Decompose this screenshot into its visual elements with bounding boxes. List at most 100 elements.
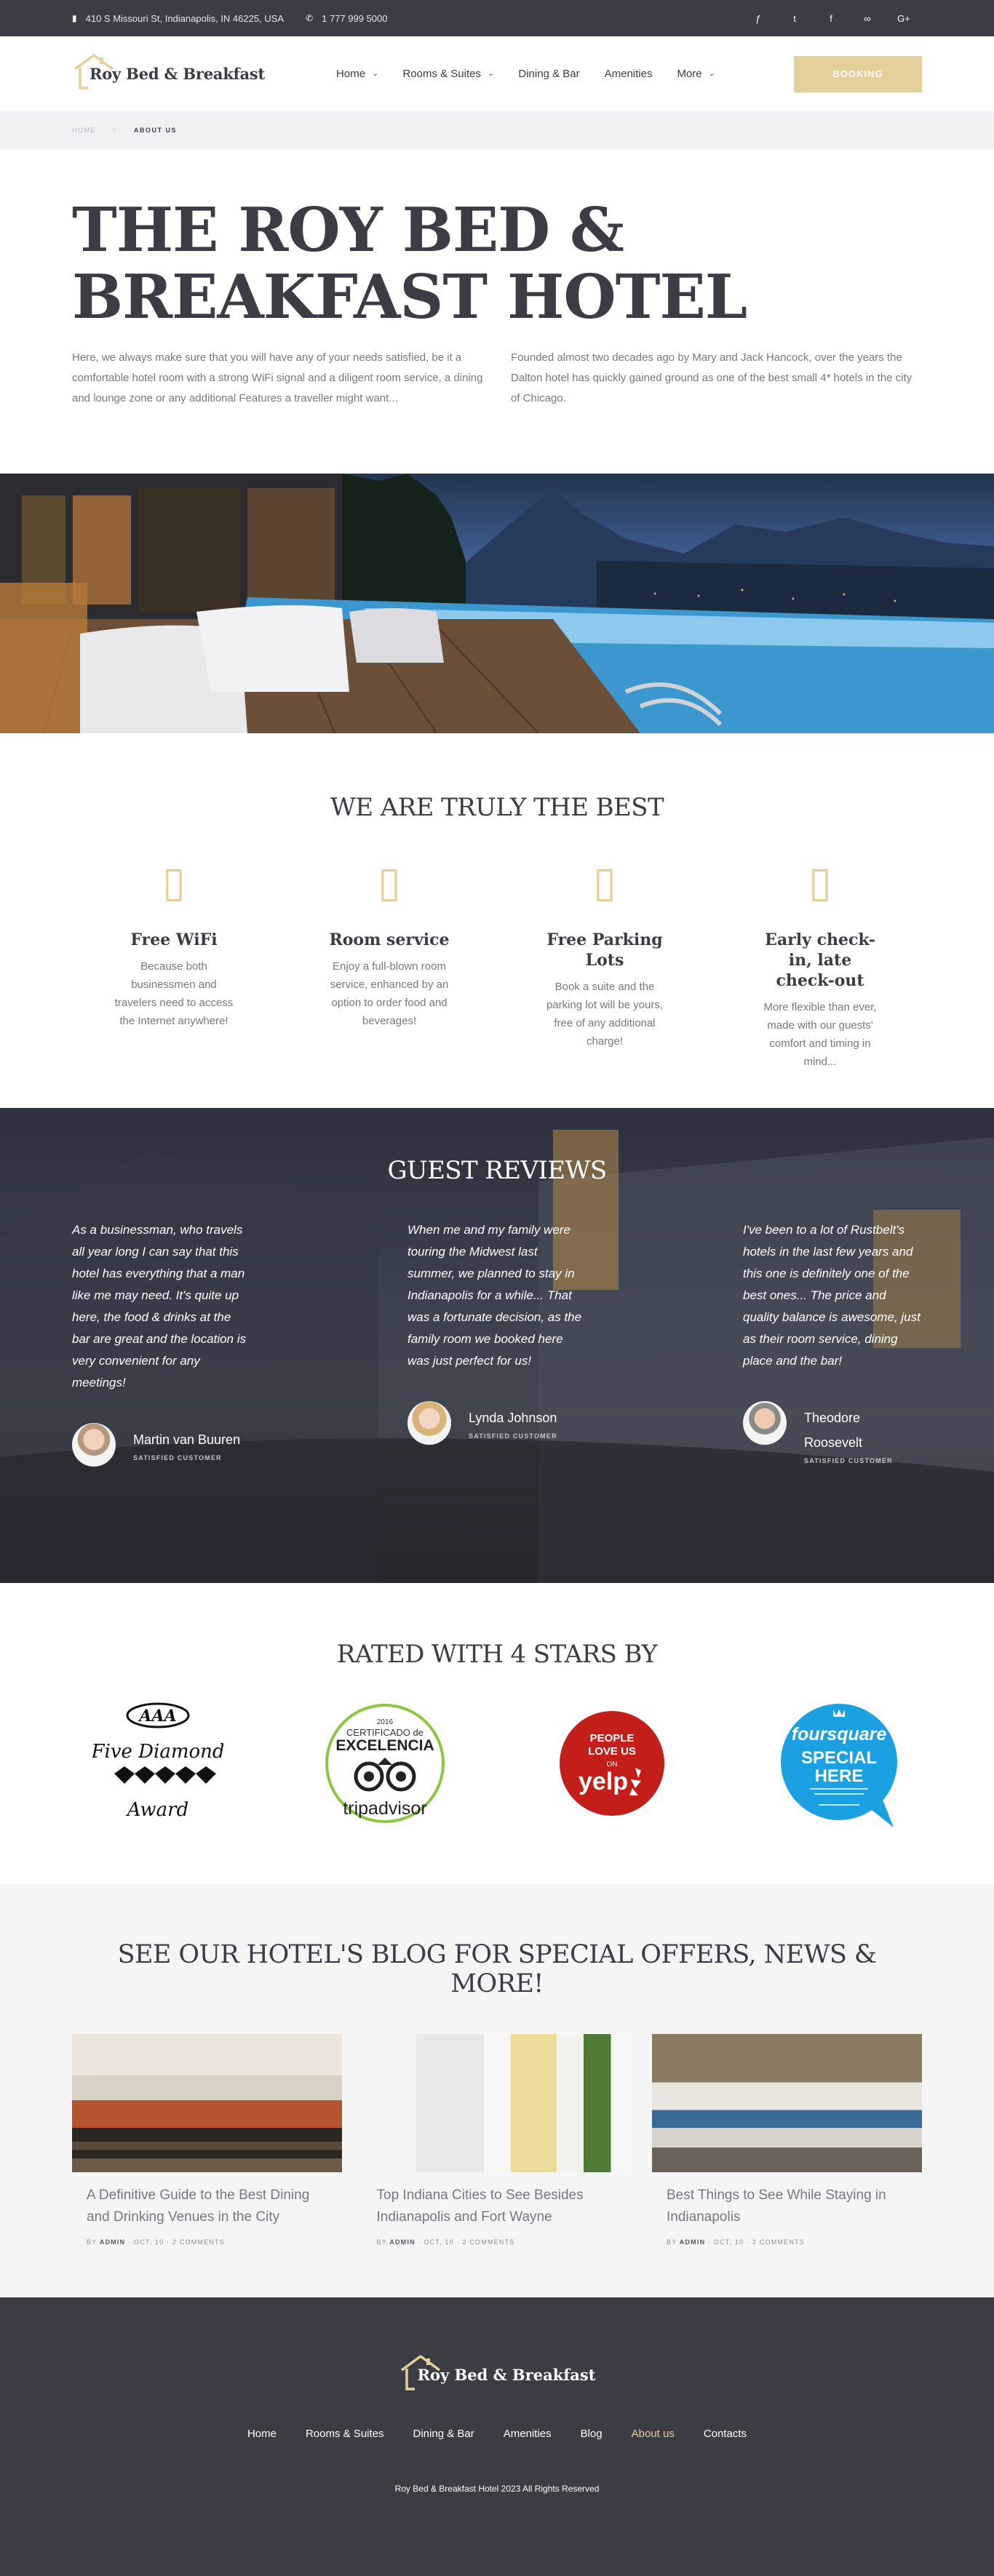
post-author[interactable]: Admin [680, 2238, 706, 2246]
yelp-line1: PEOPLE [590, 1732, 635, 1744]
map-icon: ▮ [72, 13, 77, 23]
section-title: RATED WITH 4 STARS BY [336, 1640, 658, 1669]
feature-text: Book a suite and the parking lot will be… [546, 981, 664, 1048]
breadcrumb-current: About us [134, 127, 178, 134]
post-author[interactable]: Admin [389, 2238, 416, 2246]
post-by: By [376, 2238, 387, 2246]
yelp-badge[interactable]: PEOPLE LOVE US ON yelp [546, 1698, 677, 1833]
breadcrumb-home[interactable]: Home [72, 127, 96, 134]
tripadvisor-icon[interactable]: ∞ [849, 13, 886, 24]
nav-item-more[interactable]: More ⌄ [677, 68, 715, 80]
footer-logo[interactable]: Roy Bed & Breakfast [399, 2355, 595, 2390]
intro-text-right: Founded almost two decades ago by Mary a… [511, 351, 913, 404]
footer-nav-contacts[interactable]: Contacts [704, 2428, 747, 2440]
footer-nav-amenities[interactable]: Amenities [504, 2428, 552, 2440]
rated-section: RATED WITH 4 STARS BY AAA Five Diamond A… [0, 1583, 994, 1884]
intro-section: THE ROY BED & BREAKFAST HOTEL Here, we a… [0, 149, 994, 474]
facebook-icon[interactable]: f [813, 13, 849, 24]
footer-nav-rooms[interactable]: Rooms & Suites [306, 2428, 384, 2440]
aaa-text: AAA [138, 1707, 176, 1726]
tripadvisor-text: tripadvisor [343, 1798, 426, 1819]
foursquare-badge[interactable]: foursquare SPECIAL HERE [774, 1698, 904, 1833]
blog-post-card[interactable]: Best Things to See While Staying in Indi… [652, 2034, 922, 2256]
nav-item-rooms[interactable]: Rooms & Suites ⌄ [402, 68, 493, 80]
feature-title: Free Parking Lots [546, 930, 663, 970]
post-author[interactable]: Admin [100, 2238, 126, 2246]
breadcrumb-separator: / [114, 127, 117, 134]
nav-label[interactable]: Home [336, 68, 365, 80]
foursquare-line1: SPECIAL [801, 1748, 877, 1768]
post-image[interactable] [652, 2034, 922, 2172]
post-by: By [87, 2238, 98, 2246]
top-bar: ▮ 410 S Missouri St, Indianapolis, IN 46… [0, 0, 994, 36]
aaa-line2: Award [126, 1799, 188, 1821]
reviewer-role: Satisfied customer [469, 1432, 557, 1440]
site-logo[interactable]: Roy Bed & Breakfast [72, 54, 265, 89]
footer-nav-home[interactable]: Home [247, 2428, 277, 2440]
footer-nav-dining[interactable]: Dining & Bar [413, 2428, 474, 2440]
aaa-award-badge[interactable]: AAA Five Diamond Award [92, 1698, 223, 1833]
footer-nav-blog[interactable]: Blog [581, 2428, 603, 2440]
clock-icon: ▯ [808, 858, 832, 906]
post-date: Oct, 10 [713, 2238, 744, 2246]
feature-card: ▯ Free Parking Lots Book a suite and the… [503, 856, 707, 1071]
yelp-line2: LOVE US [588, 1745, 636, 1758]
nav-label[interactable]: Amenities [605, 68, 653, 80]
reviewer-name: Theodore Roosevelt [804, 1411, 863, 1450]
booking-button[interactable]: Booking [794, 55, 922, 92]
nav-item-dining[interactable]: Dining & Bar [518, 68, 579, 80]
post-comments[interactable]: 2 Comments [462, 2238, 514, 2246]
nav-label[interactable]: Rooms & Suites [402, 68, 481, 80]
feature-card: ▯ Free WiFi Because both businessmen and… [72, 856, 276, 1071]
nav-label[interactable]: More [677, 68, 701, 80]
breadcrumb: Home / About us [0, 111, 994, 149]
foursquare-icon[interactable]: ƒ [740, 13, 776, 24]
address: ▮ 410 S Missouri St, Indianapolis, IN 46… [72, 13, 284, 24]
address-text: 410 S Missouri St, Indianapolis, IN 4622… [85, 12, 285, 24]
google-plus-icon[interactable]: G+ [886, 13, 922, 24]
post-comments[interactable]: 2 Comments [752, 2238, 805, 2246]
chevron-down-icon: ⌄ [488, 70, 494, 78]
post-image[interactable] [72, 2034, 342, 2172]
intro-text-left: Here, we always make sure that you will … [72, 351, 483, 404]
section-title: WE ARE TRULY THE BEST [330, 793, 664, 822]
page-title: THE ROY BED & BREAKFAST HOTEL [72, 194, 747, 332]
phone-text[interactable]: 1 777 999 5000 [322, 13, 387, 24]
post-by: By [667, 2238, 677, 2246]
avatar [743, 1401, 787, 1445]
blog-post-card[interactable]: A Definitive Guide to the Best Dining an… [72, 2034, 342, 2256]
chevron-down-icon: ⌄ [372, 70, 378, 78]
aaa-line1: Five Diamond [92, 1741, 223, 1763]
reviewer-role: Satisfied customer [804, 1457, 893, 1464]
post-title[interactable]: A Definitive Guide to the Best Dining an… [72, 2172, 342, 2228]
room-service-icon: ▯ [378, 858, 401, 906]
tripadvisor-badge[interactable]: 2016 CERTIFICADO de EXCELENCIA tripadvis… [319, 1698, 450, 1833]
foursquare-text: foursquare [792, 1724, 887, 1744]
blog-section: SEE OUR HOTEL'S BLOG FOR SPECIAL OFFERS,… [0, 1884, 994, 2297]
social-links: ƒ t f ∞ G+ [740, 13, 922, 24]
nav-item-home[interactable]: Home ⌄ [336, 68, 378, 80]
nav-label[interactable]: Dining & Bar [518, 68, 579, 80]
post-comments[interactable]: 2 Comments [172, 2238, 225, 2246]
footer-nav-about[interactable]: About us [632, 2428, 675, 2440]
parking-icon: ▯ [593, 858, 616, 906]
feature-title: Early check-in, late check-out [765, 930, 875, 990]
post-title[interactable]: Top Indiana Cities to See Besides Indian… [362, 2172, 632, 2228]
footer-nav: Home Rooms & Suites Dining & Bar Ameniti… [0, 2428, 994, 2440]
twitter-icon[interactable]: t [776, 13, 813, 24]
review-quote: I've been to a lot of Rustbelt's hotels … [743, 1223, 921, 1368]
phone[interactable]: ✆ 1 777 999 5000 [306, 13, 387, 24]
blog-post-card[interactable]: Top Indiana Cities to See Besides Indian… [362, 2034, 632, 2256]
site-header: Roy Bed & Breakfast Home ⌄ Rooms & Suites… [0, 36, 994, 111]
feature-text: Because both businessmen and travelers n… [114, 960, 234, 1027]
hotel-pool-image [0, 474, 994, 733]
tripadvisor-year: 2016 [377, 1718, 394, 1726]
review-quote: As a businessman, who travels all year l… [72, 1223, 247, 1389]
house-logo-icon [73, 54, 114, 89]
feature-title: Free WiFi [130, 930, 218, 949]
post-image[interactable] [362, 2034, 632, 2172]
nav-item-amenities[interactable]: Amenities [605, 68, 653, 80]
feature-card: ▯ Early check-in, late check-out More fl… [718, 856, 922, 1071]
post-title[interactable]: Best Things to See While Staying in Indi… [652, 2172, 922, 2228]
section-title: GUEST REVIEWS [387, 1156, 607, 1185]
